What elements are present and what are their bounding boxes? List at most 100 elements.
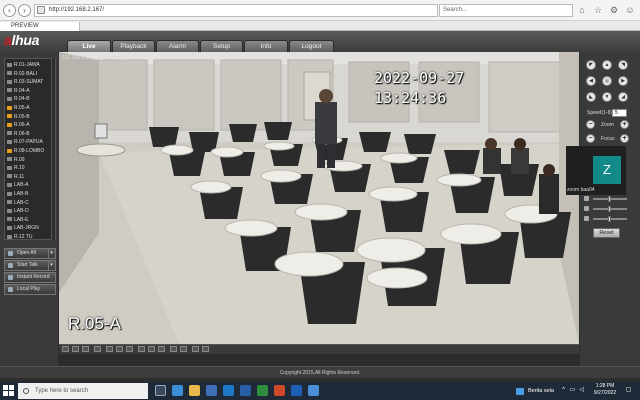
chevron-up-icon[interactable]: ^ — [560, 387, 567, 394]
camera-list-item[interactable]: R.04-B — [7, 95, 55, 103]
tab-logout[interactable]: Logout — [289, 40, 334, 52]
focus-near-button[interactable]: − — [586, 134, 595, 143]
camera-list-item[interactable]: R.05-A — [7, 104, 55, 112]
browser-tab-preview[interactable]: PREVIEW — [0, 22, 80, 31]
camera-list-item[interactable]: R.03-SUMAT — [7, 78, 55, 86]
reset-button[interactable]: Reset — [593, 228, 620, 238]
excel-icon[interactable] — [257, 385, 268, 396]
layout-grid-icon[interactable] — [202, 346, 209, 352]
layout-grid-icon[interactable] — [148, 346, 155, 352]
layout-9-icon[interactable] — [82, 346, 89, 352]
camera-list-item[interactable]: LAB-JRGN — [7, 224, 55, 232]
camera-list-item[interactable]: R.10 — [7, 164, 55, 172]
camera-list-item[interactable]: R.08-LOMBO — [7, 147, 55, 155]
notification-icon[interactable]: ▢ — [625, 387, 632, 394]
store-icon[interactable] — [206, 385, 217, 396]
layout-grid-icon[interactable] — [192, 346, 199, 352]
zoom-in-button[interactable]: + — [620, 120, 629, 129]
start-talk-button[interactable]: Start Talk ▾ — [4, 260, 56, 271]
camera-list-item[interactable]: R.06-B — [7, 130, 55, 138]
internet-explorer-icon[interactable] — [240, 385, 251, 396]
tab-live[interactable]: Live — [67, 40, 111, 52]
camera-list-scrollbar[interactable] — [51, 58, 55, 240]
tab-info[interactable]: Info — [244, 40, 288, 52]
zoom-app-icon[interactable] — [308, 385, 319, 396]
browser-search-input[interactable]: Search... — [439, 4, 573, 17]
layout-grid-icon[interactable] — [138, 346, 145, 352]
camera-list-item[interactable]: R.05-B — [7, 113, 55, 121]
forward-icon[interactable]: › — [18, 4, 31, 17]
home-icon[interactable]: ⌂ — [577, 5, 587, 15]
open-all-button[interactable]: Open All ▾ — [4, 248, 56, 259]
camera-list-item[interactable]: R.07-PAPUA — [7, 138, 55, 146]
ptz-up-left-icon[interactable]: ◤ — [586, 60, 596, 70]
ptz-down-right-icon[interactable]: ◢ — [618, 92, 628, 102]
camera-list-label: R.01-JAWA — [14, 62, 40, 68]
zoom-out-button[interactable]: − — [586, 120, 595, 129]
saturation-slider-knob[interactable] — [608, 216, 611, 222]
taskbar-clock[interactable]: 1:28 PM 9/27/2022 — [591, 383, 619, 399]
weather-icon[interactable] — [516, 388, 524, 395]
favorites-icon[interactable]: ☆ — [593, 5, 603, 15]
ptz-up-right-icon[interactable]: ◥ — [618, 60, 628, 70]
tab-setup[interactable]: Setup — [200, 40, 243, 52]
live-video-view[interactable] — [59, 52, 579, 344]
brightness-slider-knob[interactable] — [608, 196, 611, 202]
chevron-down-icon[interactable]: ▾ — [48, 261, 54, 270]
edge-browser-icon[interactable] — [172, 385, 183, 396]
chevron-down-icon[interactable]: ▾ — [48, 249, 54, 258]
layout-grid-icon[interactable] — [116, 346, 123, 352]
weather-news-text[interactable]: Berita sela — [528, 384, 558, 398]
mail-icon[interactable] — [223, 385, 234, 396]
camera-list-item[interactable]: R.11 — [7, 173, 55, 181]
instant-record-button[interactable]: Instant Record — [4, 272, 56, 283]
layout-grid-icon[interactable] — [170, 346, 177, 352]
camera-list-item[interactable]: LAB-C — [7, 199, 55, 207]
layout-grid-icon[interactable] — [180, 346, 187, 352]
camera-list-item[interactable]: R.02-BALI — [7, 70, 55, 78]
layout-1-icon[interactable] — [62, 346, 69, 352]
smiley-icon[interactable]: ☺ — [625, 5, 635, 15]
camera-list-item[interactable]: R.12 TU — [7, 233, 55, 239]
fullscreen-icon[interactable] — [94, 346, 101, 352]
ptz-left-icon[interactable]: ◀ — [586, 76, 596, 86]
camera-list-item[interactable]: R.06-A — [7, 121, 55, 129]
windows-start-icon[interactable] — [3, 385, 15, 397]
tab-playback[interactable]: Playback — [112, 40, 155, 52]
ptz-center-zoom-icon[interactable]: ◎ — [602, 76, 612, 86]
layout-grid-icon[interactable] — [158, 346, 165, 352]
dahua-logo: alhua — [4, 31, 64, 49]
volume-icon[interactable]: ◁ — [578, 387, 585, 394]
taskbar-search-input[interactable]: Type here to search — [18, 383, 148, 399]
play-folder-icon — [8, 287, 13, 292]
ptz-down-icon[interactable]: ▼ — [602, 92, 612, 102]
local-play-button[interactable]: Local Play — [4, 284, 56, 295]
layout-grid-icon[interactable] — [126, 346, 133, 352]
powerpoint-icon[interactable] — [274, 385, 285, 396]
ptz-down-left-icon[interactable]: ◣ — [586, 92, 596, 102]
word-icon[interactable] — [291, 385, 302, 396]
layout-grid-icon[interactable] — [106, 346, 113, 352]
camera-icon — [7, 88, 12, 93]
ptz-up-icon[interactable]: ▲ — [602, 60, 612, 70]
ptz-right-icon[interactable]: ▶ — [618, 76, 628, 86]
focus-far-button[interactable]: + — [620, 134, 629, 143]
back-icon[interactable]: ‹ — [3, 4, 16, 17]
tab-alarm[interactable]: Alarm — [156, 40, 199, 52]
network-icon[interactable]: ▭ — [569, 387, 576, 394]
camera-list-item[interactable]: R.01-JAWA — [7, 61, 55, 69]
camera-list-item[interactable]: LAB-A — [7, 181, 55, 189]
file-explorer-icon[interactable] — [189, 385, 200, 396]
speed-select[interactable]: 5 — [612, 109, 627, 117]
camera-list-item[interactable]: LAB-D — [7, 207, 55, 215]
address-bar[interactable]: http://192.168.2.167/ — [34, 4, 438, 17]
camera-list-item[interactable]: LAB-B — [7, 190, 55, 198]
camera-list-item[interactable]: LAB-E — [7, 216, 55, 224]
logo-text: lhua — [11, 32, 40, 48]
camera-list-item[interactable]: R.09 — [7, 156, 55, 164]
contrast-slider-knob[interactable] — [608, 206, 611, 212]
camera-list-item[interactable]: R.04-A — [7, 87, 55, 95]
task-view-icon[interactable] — [155, 385, 166, 396]
settings-gear-icon[interactable]: ⚙ — [609, 5, 619, 15]
layout-4-icon[interactable] — [72, 346, 79, 352]
